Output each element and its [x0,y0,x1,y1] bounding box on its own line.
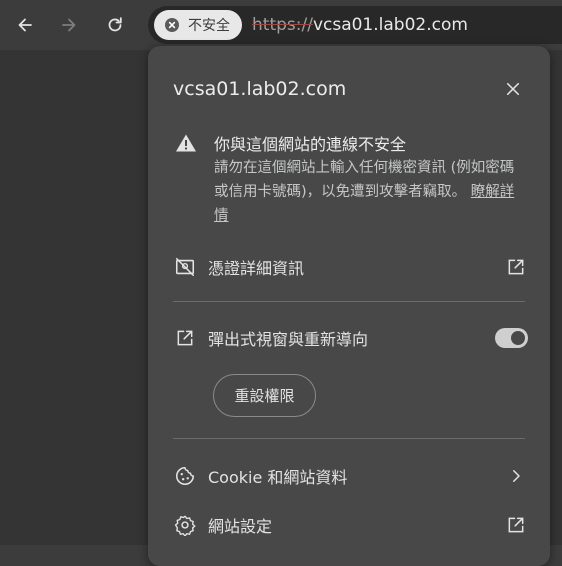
address-bar[interactable]: 不安全 https://vcsa01.lab02.com [148,6,562,44]
site-info-popup: vcsa01.lab02.com 你與這個網站的連線不安全 請勿在這個網站上輸入… [148,46,550,566]
popups-toggle[interactable] [495,328,528,348]
arrow-left-icon [18,18,32,32]
gear-icon [173,513,197,537]
divider [173,438,525,439]
url-scheme: https:// [252,15,313,35]
arrow-right-icon [62,18,76,32]
browser-toolbar: 不安全 https://vcsa01.lab02.com [0,0,562,50]
reload-icon [108,17,122,32]
toggle-knob [511,331,525,345]
open-in-new-icon [173,326,197,350]
security-chip-label: 不安全 [188,18,230,34]
open-in-new-icon [504,513,528,537]
open-in-new-icon [504,255,528,279]
url-host: vcsa01.lab02.com [312,15,468,35]
close-button[interactable] [502,78,524,100]
certificate-details-label: 憑證詳細資訊 [208,259,305,278]
warning-body-text: 請勿在這個網站上輸入任何機密資訊 (例如密碼或信用卡號碼)，以免遭到攻擊者竊取。 [214,160,515,200]
close-icon [506,82,520,96]
connection-warning-body: 請勿在這個網站上輸入任何機密資訊 (例如密碼或信用卡號碼)，以免遭到攻擊者竊取。… [214,156,526,228]
cookies-label: Cookie 和網站資料 [208,468,348,487]
forward-button[interactable] [52,8,86,42]
cookie-icon [173,464,197,488]
chevron-right-icon [504,464,528,488]
reset-permissions-button[interactable]: 重設權限 [213,374,316,417]
security-chip[interactable]: 不安全 [154,10,242,40]
warning-triangle-icon [176,134,196,152]
url-text[interactable]: https://vcsa01.lab02.com [252,15,468,35]
popups-redirects-label: 彈出式視窗與重新導向 [208,330,369,349]
certificate-details-row[interactable]: 憑證詳細資訊 [173,252,528,282]
cookies-row[interactable]: Cookie 和網站資料 [173,461,528,491]
certificate-off-icon [173,255,197,279]
x-circle-icon [164,17,180,33]
popup-title: vcsa01.lab02.com [173,78,347,100]
site-settings-label: 網站設定 [208,517,273,536]
popups-redirects-row: 彈出式視窗與重新導向 [173,323,528,353]
connection-warning-title: 你與這個網站的連線不安全 [214,135,407,154]
reload-button[interactable] [98,8,132,42]
divider [173,301,525,302]
back-button[interactable] [8,8,42,42]
site-settings-row[interactable]: 網站設定 [173,510,528,540]
